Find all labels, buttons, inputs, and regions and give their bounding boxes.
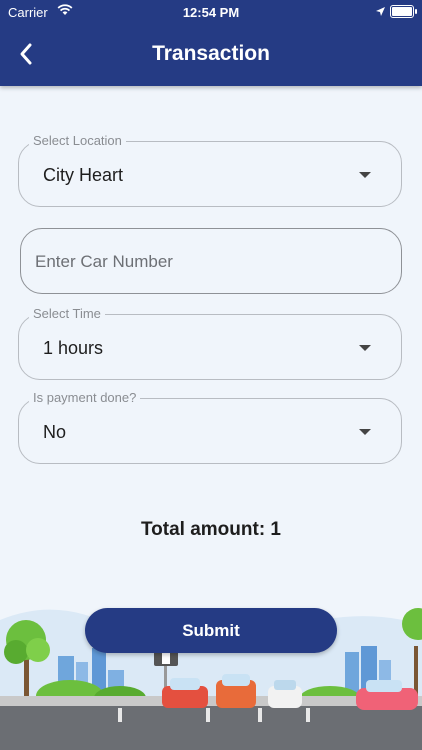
app-header: Carrier 12:54 PM Transaction bbox=[0, 0, 422, 86]
time-dropdown[interactable]: Select Time 1 hours bbox=[18, 306, 402, 380]
dropdown-caret-icon bbox=[359, 429, 371, 435]
location-arrow-icon bbox=[375, 5, 386, 20]
status-bar: Carrier 12:54 PM bbox=[0, 0, 422, 24]
car-number-placeholder: Enter Car Number bbox=[35, 252, 173, 271]
time-label: Select Time bbox=[29, 306, 105, 321]
location-value: City Heart bbox=[43, 165, 124, 185]
car-number-input[interactable]: Enter Car Number bbox=[20, 228, 402, 294]
status-time: 12:54 PM bbox=[182, 5, 240, 20]
payment-dropdown[interactable]: Is payment done? No bbox=[18, 390, 402, 464]
page-title: Transaction bbox=[152, 42, 270, 65]
battery-tip bbox=[415, 9, 417, 14]
parking-illustration bbox=[0, 608, 422, 750]
time-value: 1 hours bbox=[43, 338, 104, 358]
submit-button[interactable]: Submit bbox=[85, 608, 337, 653]
total-amount: Total amount: 1 bbox=[140, 519, 282, 540]
payment-label: Is payment done? bbox=[29, 390, 141, 405]
dropdown-caret-icon bbox=[359, 172, 371, 178]
dropdown-caret-icon bbox=[359, 345, 371, 351]
location-dropdown[interactable]: Select Location City Heart bbox=[18, 133, 402, 207]
location-label: Select Location bbox=[29, 133, 126, 148]
payment-value: No bbox=[43, 422, 67, 442]
battery-icon bbox=[390, 5, 414, 18]
